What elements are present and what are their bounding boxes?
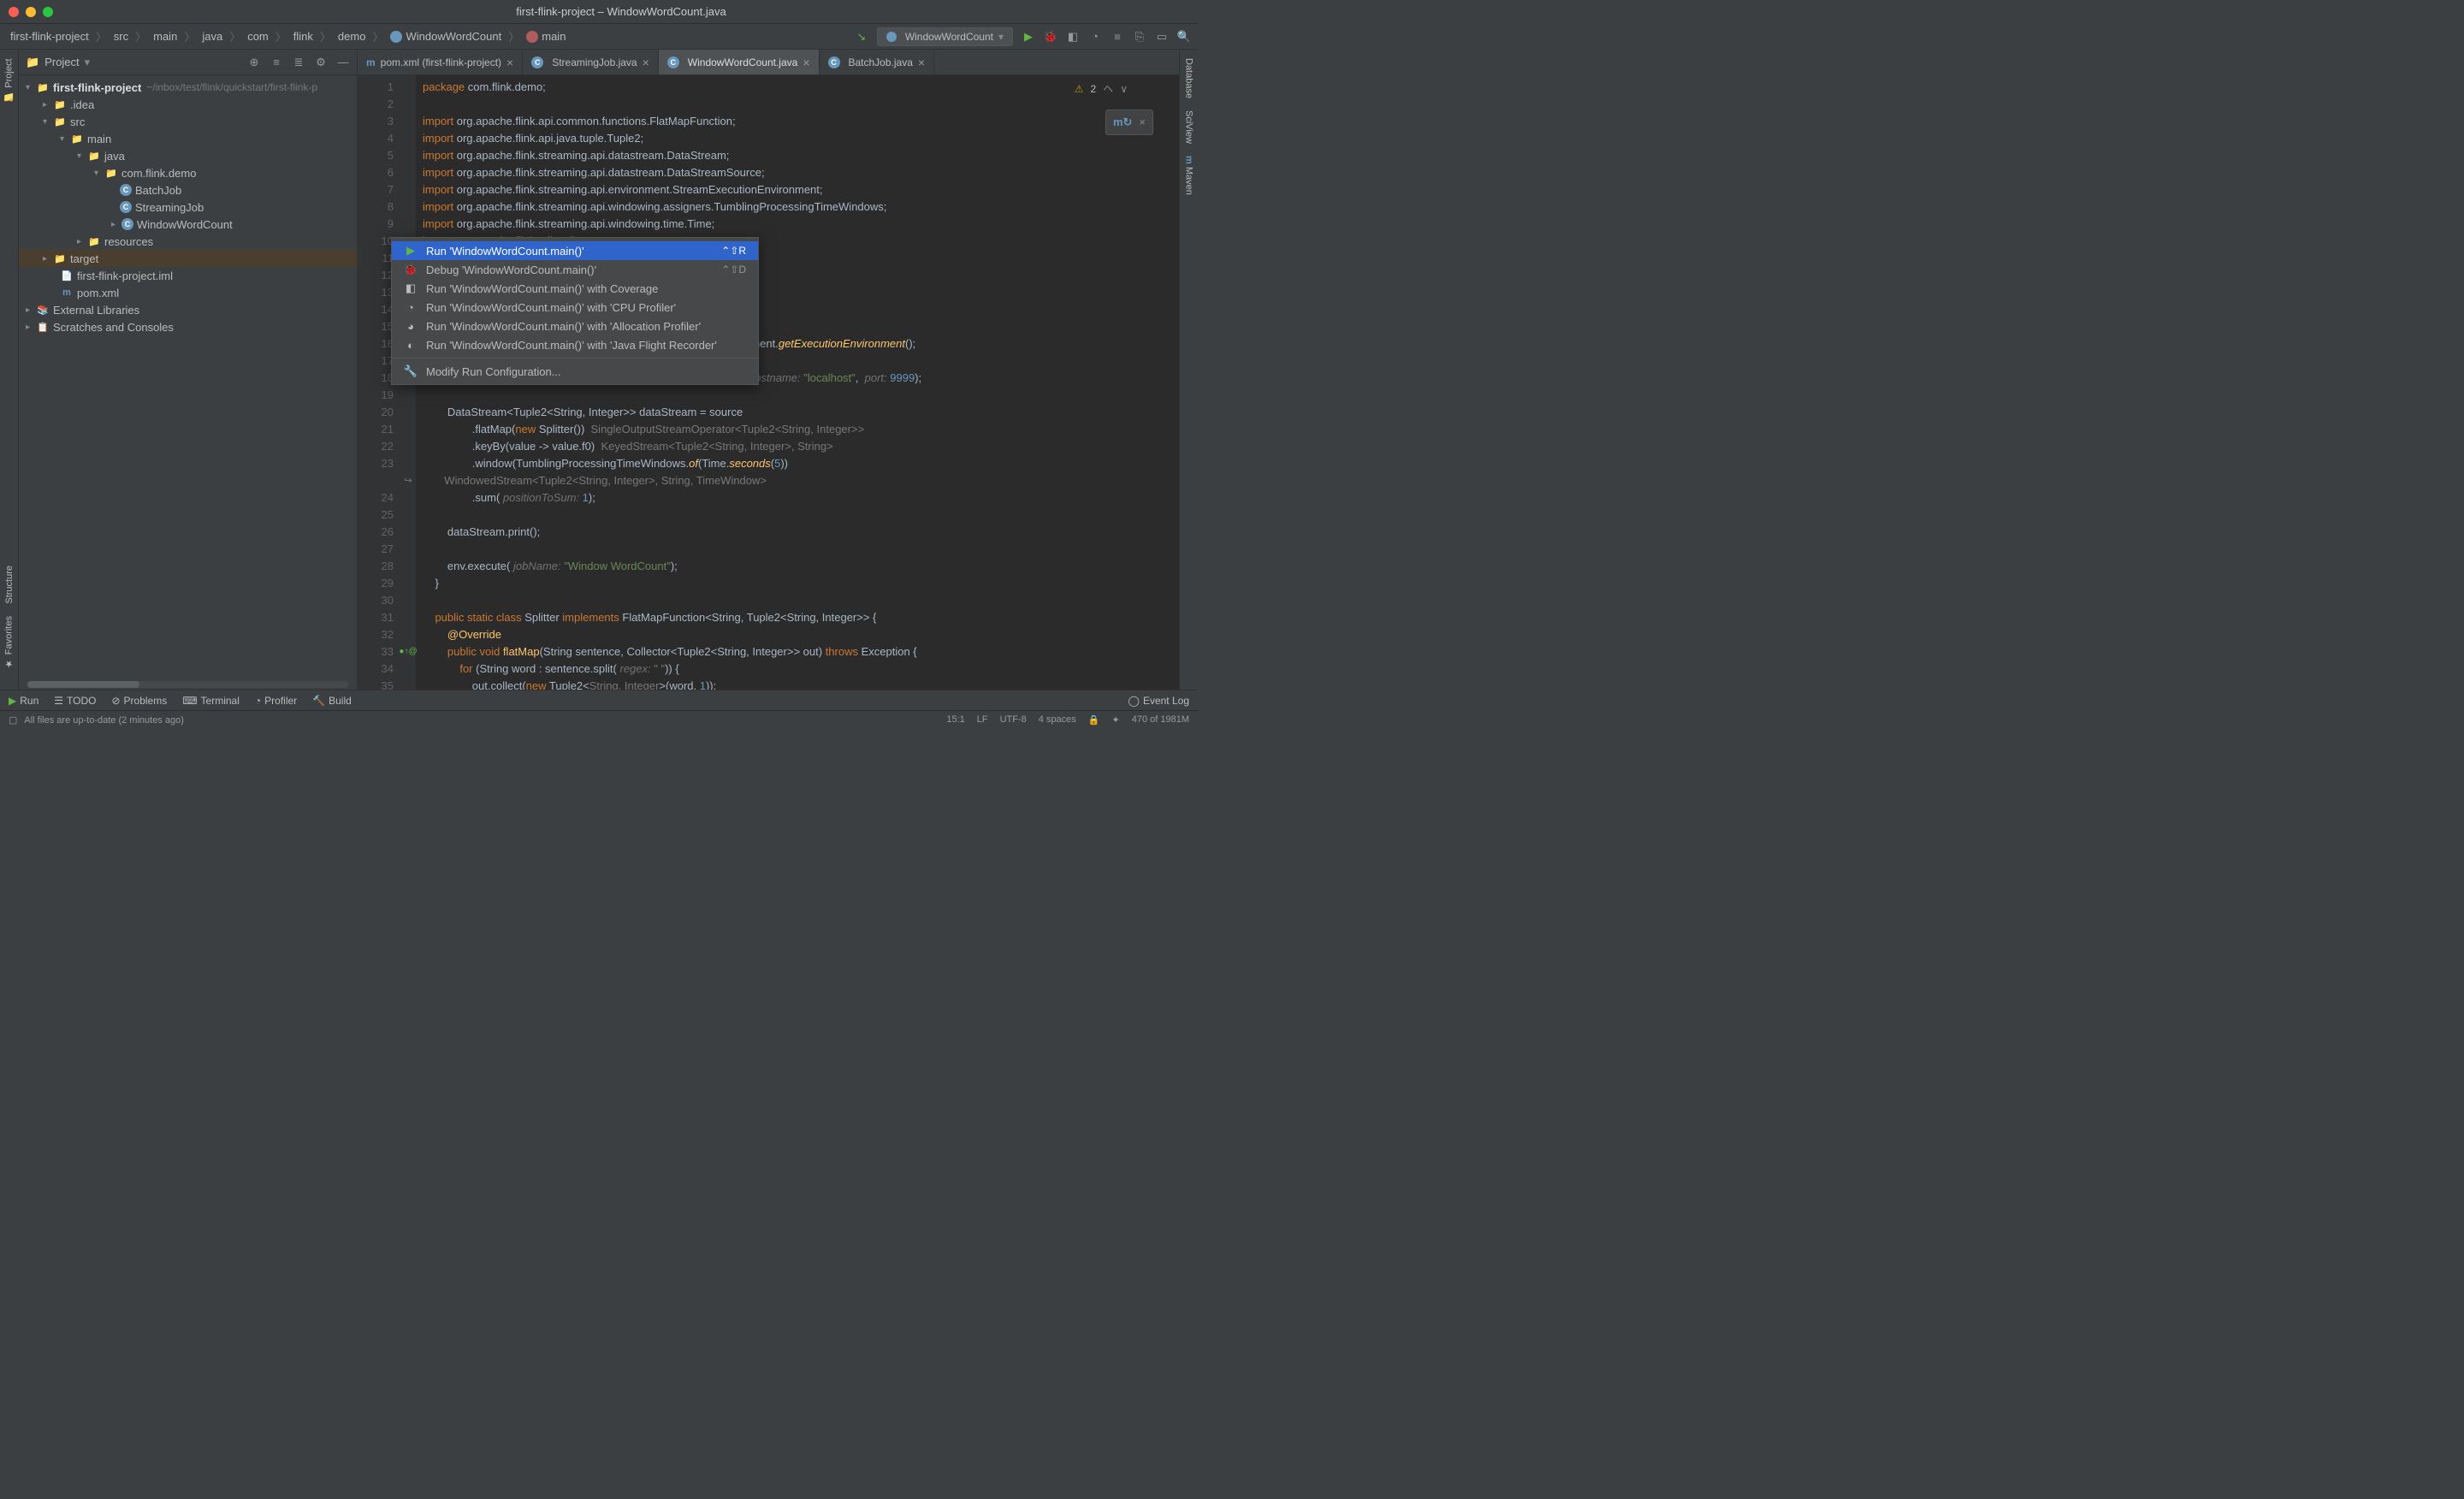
tree-file[interactable]: CStreamingJob [19, 198, 357, 216]
vcs-icon[interactable]: ⎘ [1133, 30, 1146, 44]
close-icon[interactable]: × [918, 56, 925, 69]
tree-idea[interactable]: ▸📁.idea [19, 96, 357, 113]
build-tool[interactable]: 🔨Build [312, 695, 352, 707]
run-configuration-select[interactable]: WindowWordCount ▾ [877, 27, 1013, 46]
tree-iml[interactable]: 📄first-flink-project.iml [19, 267, 357, 284]
tool-windows-icon[interactable]: ▢ [9, 714, 17, 726]
sciview-tool[interactable]: SciView [1184, 110, 1194, 144]
profiler-button[interactable]: ◔ [1088, 30, 1102, 44]
layout-icon[interactable]: ▭ [1155, 30, 1169, 44]
hide-icon[interactable]: — [336, 56, 350, 69]
database-tool[interactable]: Database [1184, 58, 1194, 98]
editor-tab[interactable]: CStreamingJob.java× [523, 50, 659, 74]
editor-tabs: mpom.xml (first-flink-project)× CStreami… [358, 50, 1179, 75]
menu-coverage[interactable]: ◧Run 'WindowWordCount.main()' with Cover… [392, 279, 758, 298]
tree-main[interactable]: ▾📁main [19, 130, 357, 147]
file-encoding[interactable]: UTF-8 [1000, 714, 1027, 726]
tree-ext-lib[interactable]: ▸📚External Libraries [19, 301, 357, 318]
bottom-toolbar: ▶Run ☰TODO ⊘Problems ⌨Terminal ◔Profiler… [0, 690, 1198, 710]
expand-icon[interactable]: ≡ [270, 56, 283, 69]
coverage-button[interactable]: ◧ [1066, 30, 1080, 44]
menu-alloc-profiler[interactable]: ◕Run 'WindowWordCount.main()' with 'Allo… [392, 317, 758, 335]
crumb[interactable]: java [198, 28, 226, 44]
locate-icon[interactable]: ⊕ [247, 56, 261, 69]
maximize-window[interactable] [43, 7, 53, 17]
tree-pom[interactable]: mpom.xml [19, 284, 357, 301]
status-bar: ▢ All files are up-to-date (2 minutes ag… [0, 710, 1198, 729]
menu-cpu-profiler[interactable]: ◔Run 'WindowWordCount.main()' with 'CPU … [392, 298, 758, 317]
status-message: All files are up-to-date (2 minutes ago) [24, 715, 946, 726]
search-icon[interactable]: 🔍 [1177, 30, 1191, 44]
inspection-badge[interactable]: ⚠2 ヘ∨ [1075, 80, 1128, 98]
close-icon[interactable]: × [643, 56, 649, 69]
window-title: first-flink-project – WindowWordCount.ja… [53, 5, 1189, 18]
problems-tool[interactable]: ⊘Problems [111, 695, 167, 707]
indent-setting[interactable]: 4 spaces [1039, 714, 1076, 726]
stop-button[interactable]: ■ [1111, 30, 1124, 44]
titlebar: first-flink-project – WindowWordCount.ja… [0, 0, 1198, 24]
crumb[interactable]: src [110, 28, 132, 44]
crumb[interactable]: WindowWordCount [387, 28, 505, 45]
right-tool-rail: Database SciView m Maven [1179, 50, 1198, 690]
breadcrumbs: first-flink-project〉 src〉 main〉 java〉 co… [7, 28, 855, 45]
menu-run[interactable]: ▶Run 'WindowWordCount.main()'⌃⇧R [392, 241, 758, 260]
tree-scratches[interactable]: ▸📋Scratches and Consoles [19, 318, 357, 335]
close-window[interactable] [9, 7, 19, 17]
menu-debug[interactable]: 🐞Debug 'WindowWordCount.main()'⌃⇧D [392, 260, 758, 279]
menu-jfr[interactable]: ◐Run 'WindowWordCount.main()' with 'Java… [392, 335, 758, 354]
crumb[interactable]: flink [290, 28, 317, 44]
crumb[interactable]: demo [335, 28, 370, 44]
crumb[interactable]: main [150, 28, 181, 44]
run-button[interactable]: ▶ [1022, 30, 1035, 44]
crumb[interactable]: main [523, 28, 569, 45]
settings-icon[interactable]: ⚙ [314, 56, 328, 69]
todo-tool[interactable]: ☰TODO [54, 695, 96, 707]
crumb[interactable]: com [244, 28, 272, 44]
editor-tab[interactable]: mpom.xml (first-flink-project)× [358, 50, 523, 74]
cog-icon[interactable]: ✦ [1112, 714, 1120, 726]
memory-indicator[interactable]: 470 of 1981M [1132, 714, 1189, 726]
debug-button[interactable]: 🐞 [1044, 30, 1057, 44]
build-icon[interactable]: ↘ [855, 30, 868, 44]
minimize-window[interactable] [26, 7, 36, 17]
tree-file[interactable]: ▸CWindowWordCount [19, 216, 357, 233]
collapse-icon[interactable]: ≣ [292, 56, 305, 69]
editor-tab-active[interactable]: CWindowWordCount.java× [659, 50, 820, 74]
inspect-widget[interactable]: m↻× [1105, 110, 1153, 135]
maven-tool[interactable]: m Maven [1184, 156, 1194, 195]
sidebar-scrollbar[interactable] [27, 681, 348, 688]
line-separator[interactable]: LF [977, 714, 988, 726]
editor-tab[interactable]: CBatchJob.java× [820, 50, 935, 74]
project-tree: ▾📁first-flink-project~/inbox/test/flink/… [19, 75, 357, 679]
close-icon[interactable]: × [803, 56, 809, 69]
tree-project-root[interactable]: ▾📁first-flink-project~/inbox/test/flink/… [19, 79, 357, 96]
close-icon[interactable]: × [506, 56, 513, 69]
toolbar-actions: ↘ WindowWordCount ▾ ▶ 🐞 ◧ ◔ ■ ⎘ ▭ 🔍 [855, 27, 1191, 46]
tree-resources[interactable]: ▸📁resources [19, 233, 357, 250]
terminal-tool[interactable]: ⌨Terminal [182, 695, 240, 707]
tree-file[interactable]: CBatchJob [19, 181, 357, 198]
cursor-position[interactable]: 15:1 [946, 714, 964, 726]
run-context-menu: ▶Run 'WindowWordCount.main()'⌃⇧R 🐞Debug … [391, 237, 759, 385]
run-tool[interactable]: ▶Run [9, 695, 38, 707]
tree-target[interactable]: ▸📁target [19, 250, 357, 267]
navigation-bar: first-flink-project〉 src〉 main〉 java〉 co… [0, 24, 1198, 50]
left-tool-rail: 📁 Project Structure ★ Favorites [0, 50, 19, 690]
tree-src[interactable]: ▾📁src [19, 113, 357, 130]
crumb[interactable]: first-flink-project [7, 28, 92, 44]
sidebar-title[interactable]: 📁Project▾ [26, 56, 247, 69]
favorites-tool[interactable]: ★ Favorites [3, 616, 15, 669]
lock-icon[interactable]: 🔒 [1088, 714, 1100, 726]
tree-package[interactable]: ▾📁com.flink.demo [19, 164, 357, 181]
menu-modify-config[interactable]: 🔧Modify Run Configuration... [392, 362, 758, 381]
structure-tool[interactable]: Structure [4, 566, 15, 604]
profiler-tool[interactable]: ◔Profiler [255, 695, 297, 707]
window-controls [9, 7, 53, 17]
event-log[interactable]: ◯Event Log [1128, 695, 1189, 707]
project-sidebar: 📁Project▾ ⊕ ≡ ≣ ⚙ — ▾📁first-flink-projec… [19, 50, 358, 690]
project-tool[interactable]: 📁 Project [3, 58, 15, 103]
tree-java[interactable]: ▾📁java [19, 147, 357, 164]
